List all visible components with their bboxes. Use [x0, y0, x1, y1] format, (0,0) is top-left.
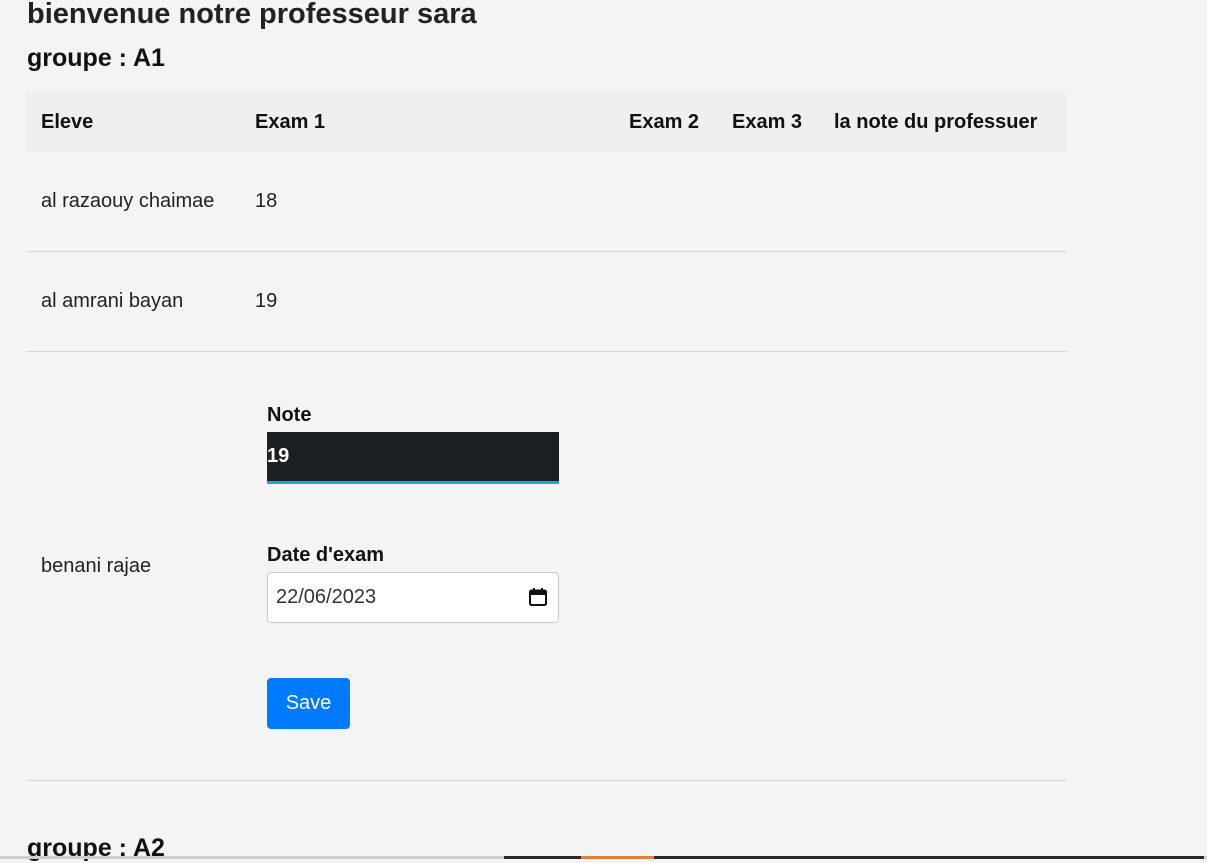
table-row: al razaouy chaimae 18	[27, 152, 1067, 252]
teacher-note	[820, 251, 1067, 352]
student-name: al razaouy chaimae	[27, 152, 241, 252]
grades-table: Eleve Exam 1 Exam 2 Exam 3 la note du pr…	[27, 92, 1067, 781]
student-name: al amrani bayan	[27, 251, 241, 352]
exam-3-grade	[718, 152, 820, 252]
calendar-icon[interactable]	[528, 587, 548, 607]
save-button[interactable]: Save	[267, 677, 350, 729]
grade-edit-cell: Note Date d'exam 22/06/2023	[241, 351, 615, 781]
column-header-exam-2: Exam 2	[629, 110, 700, 133]
exam-date-value: 22/06/2023	[276, 585, 377, 608]
exam-3-grade	[718, 351, 820, 781]
page-title: bienvenue notre professeur sara	[27, 0, 477, 30]
note-label: Note	[267, 403, 312, 426]
exam-2-grade	[615, 251, 718, 352]
student-name: benani rajae	[27, 351, 241, 781]
teacher-note	[820, 351, 1067, 781]
table-row: al amrani bayan 19	[27, 251, 1067, 352]
column-header-exam-3: Exam 3	[732, 110, 803, 133]
save-button-group: Save	[267, 677, 601, 729]
grade-edit-form: Note Date d'exam 22/06/2023	[255, 404, 601, 729]
table-header-row: Eleve Exam 1 Exam 2 Exam 3 la note du pr…	[27, 92, 1067, 152]
column-header-teacher-note: la note du professuer	[834, 110, 1038, 133]
group-title-a1: groupe : A1	[27, 44, 165, 72]
exam-2-grade	[615, 152, 718, 252]
column-header-eleve: Eleve	[41, 110, 94, 133]
note-input[interactable]	[267, 431, 559, 484]
exam-date-input[interactable]: 22/06/2023	[267, 571, 559, 623]
date-label: Date d'exam	[267, 543, 385, 566]
exam-3-grade	[718, 251, 820, 352]
date-field-group: Date d'exam 22/06/2023	[267, 544, 601, 623]
exam-1-grade: 19	[241, 251, 615, 352]
note-field-group: Note	[267, 404, 601, 484]
exam-1-grade: 18	[241, 152, 615, 252]
table-row-editing: benani rajae Note Date d'exam 22/06/2023	[27, 351, 1067, 781]
exam-2-grade	[615, 351, 718, 781]
column-header-exam-1: Exam 1	[255, 110, 326, 133]
teacher-note	[820, 152, 1067, 252]
